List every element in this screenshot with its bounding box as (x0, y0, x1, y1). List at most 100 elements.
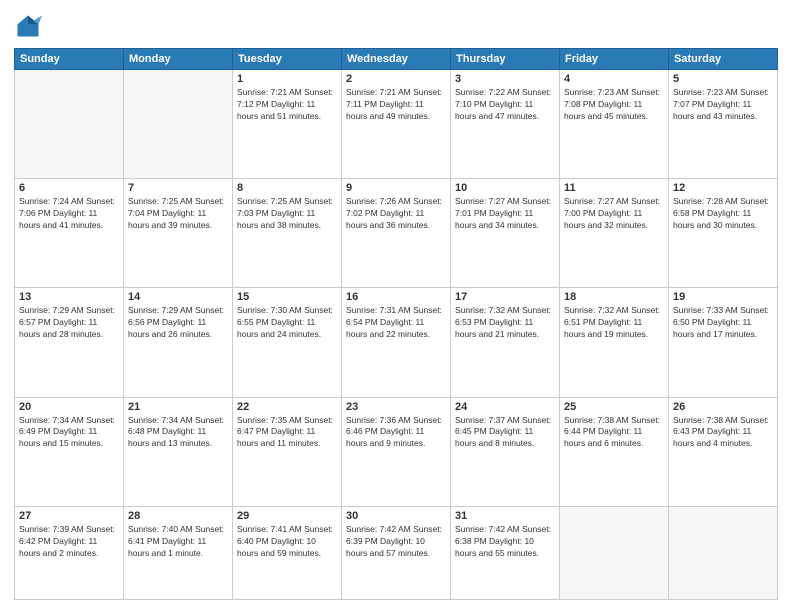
day-info: Sunrise: 7:41 AM Sunset: 6:40 PM Dayligh… (237, 524, 337, 560)
day-info: Sunrise: 7:42 AM Sunset: 6:39 PM Dayligh… (346, 524, 446, 560)
day-number: 20 (19, 401, 119, 413)
logo (14, 12, 46, 40)
calendar-cell: 5 Sunrise: 7:23 AM Sunset: 7:07 PM Daylig… (669, 70, 778, 179)
day-number: 11 (564, 182, 664, 194)
calendar-cell: 23 Sunrise: 7:36 AM Sunset: 6:46 PM Dayli… (342, 397, 451, 506)
calendar-cell: 8Sunrise: 7:25 AM Sunset: 7:03 PM Daylig… (233, 179, 342, 288)
calendar-cell: 31 Sunrise: 7:42 AM Sunset: 6:38 PM Dayli… (451, 506, 560, 599)
day-number: 15 (237, 291, 337, 303)
calendar-cell: 11 Sunrise: 7:27 AM Sunset: 7:00 PM Dayli… (560, 179, 669, 288)
calendar-cell: 19Sunrise: 7:33 AM Sunset: 6:50 PM Dayli… (669, 288, 778, 397)
calendar-cell (124, 70, 233, 179)
week-row-2: 6Sunrise: 7:24 AM Sunset: 7:06 PM Daylig… (15, 179, 778, 288)
day-info: Sunrise: 7:25 AM Sunset: 7:04 PM Dayligh… (128, 196, 228, 232)
week-row-5: 27 Sunrise: 7:39 AM Sunset: 6:42 PM Dayli… (15, 506, 778, 599)
calendar-cell: 20 Sunrise: 7:34 AM Sunset: 6:49 PM Dayli… (15, 397, 124, 506)
day-number: 8 (237, 182, 337, 194)
day-info: Sunrise: 7:22 AM Sunset: 7:10 PM Dayligh… (455, 87, 555, 123)
calendar-cell (15, 70, 124, 179)
day-info: Sunrise: 7:29 AM Sunset: 6:56 PM Dayligh… (128, 305, 228, 341)
day-number: 1 (237, 73, 337, 85)
day-info: Sunrise: 7:38 AM Sunset: 6:44 PM Dayligh… (564, 415, 664, 451)
day-number: 6 (19, 182, 119, 194)
day-info: Sunrise: 7:27 AM Sunset: 7:01 PM Dayligh… (455, 196, 555, 232)
calendar-cell: 29 Sunrise: 7:41 AM Sunset: 6:40 PM Dayli… (233, 506, 342, 599)
day-number: 10 (455, 182, 555, 194)
day-info: Sunrise: 7:21 AM Sunset: 7:12 PM Dayligh… (237, 87, 337, 123)
day-number: 5 (673, 73, 773, 85)
day-info: Sunrise: 7:39 AM Sunset: 6:42 PM Dayligh… (19, 524, 119, 560)
day-number: 23 (346, 401, 446, 413)
calendar-cell: 14 Sunrise: 7:29 AM Sunset: 6:56 PM Dayli… (124, 288, 233, 397)
day-number: 30 (346, 510, 446, 522)
day-number: 12 (673, 182, 773, 194)
day-number: 31 (455, 510, 555, 522)
day-number: 4 (564, 73, 664, 85)
weekday-saturday: Saturday (669, 49, 778, 70)
day-info: Sunrise: 7:35 AM Sunset: 6:47 PM Dayligh… (237, 415, 337, 451)
page: SundayMondayTuesdayWednesdayThursdayFrid… (0, 0, 792, 612)
calendar-cell: 16Sunrise: 7:31 AM Sunset: 6:54 PM Dayli… (342, 288, 451, 397)
weekday-header-row: SundayMondayTuesdayWednesdayThursdayFrid… (15, 49, 778, 70)
day-info: Sunrise: 7:28 AM Sunset: 6:58 PM Dayligh… (673, 196, 773, 232)
calendar-cell: 25 Sunrise: 7:38 AM Sunset: 6:44 PM Dayli… (560, 397, 669, 506)
calendar-cell: 24 Sunrise: 7:37 AM Sunset: 6:45 PM Dayli… (451, 397, 560, 506)
day-info: Sunrise: 7:36 AM Sunset: 6:46 PM Dayligh… (346, 415, 446, 451)
day-number: 19 (673, 291, 773, 303)
day-number: 17 (455, 291, 555, 303)
calendar-cell: 26Sunrise: 7:38 AM Sunset: 6:43 PM Dayli… (669, 397, 778, 506)
day-number: 22 (237, 401, 337, 413)
day-number: 7 (128, 182, 228, 194)
day-number: 29 (237, 510, 337, 522)
day-info: Sunrise: 7:40 AM Sunset: 6:41 PM Dayligh… (128, 524, 228, 560)
calendar-cell: 15 Sunrise: 7:30 AM Sunset: 6:55 PM Dayli… (233, 288, 342, 397)
day-number: 2 (346, 73, 446, 85)
day-number: 3 (455, 73, 555, 85)
day-info: Sunrise: 7:37 AM Sunset: 6:45 PM Dayligh… (455, 415, 555, 451)
calendar-cell: 2 Sunrise: 7:21 AM Sunset: 7:11 PM Daylig… (342, 70, 451, 179)
day-number: 18 (564, 291, 664, 303)
day-info: Sunrise: 7:23 AM Sunset: 7:07 PM Dayligh… (673, 87, 773, 123)
calendar-cell: 6Sunrise: 7:24 AM Sunset: 7:06 PM Daylig… (15, 179, 124, 288)
calendar-cell: 9 Sunrise: 7:26 AM Sunset: 7:02 PM Daylig… (342, 179, 451, 288)
day-info: Sunrise: 7:38 AM Sunset: 6:43 PM Dayligh… (673, 415, 773, 451)
day-info: Sunrise: 7:32 AM Sunset: 6:53 PM Dayligh… (455, 305, 555, 341)
calendar-cell: 18Sunrise: 7:32 AM Sunset: 6:51 PM Dayli… (560, 288, 669, 397)
day-number: 9 (346, 182, 446, 194)
calendar-cell: 13Sunrise: 7:29 AM Sunset: 6:57 PM Dayli… (15, 288, 124, 397)
day-number: 16 (346, 291, 446, 303)
day-number: 21 (128, 401, 228, 413)
header (14, 12, 778, 40)
calendar-cell: 28 Sunrise: 7:40 AM Sunset: 6:41 PM Dayli… (124, 506, 233, 599)
calendar-cell: 12 Sunrise: 7:28 AM Sunset: 6:58 PM Dayli… (669, 179, 778, 288)
weekday-sunday: Sunday (15, 49, 124, 70)
calendar-table: SundayMondayTuesdayWednesdayThursdayFrid… (14, 48, 778, 600)
day-info: Sunrise: 7:27 AM Sunset: 7:00 PM Dayligh… (564, 196, 664, 232)
day-info: Sunrise: 7:34 AM Sunset: 6:48 PM Dayligh… (128, 415, 228, 451)
logo-icon (14, 12, 42, 40)
day-info: Sunrise: 7:30 AM Sunset: 6:55 PM Dayligh… (237, 305, 337, 341)
day-number: 28 (128, 510, 228, 522)
day-number: 27 (19, 510, 119, 522)
day-info: Sunrise: 7:26 AM Sunset: 7:02 PM Dayligh… (346, 196, 446, 232)
day-number: 25 (564, 401, 664, 413)
day-info: Sunrise: 7:21 AM Sunset: 7:11 PM Dayligh… (346, 87, 446, 123)
day-number: 14 (128, 291, 228, 303)
day-number: 13 (19, 291, 119, 303)
calendar-cell: 7 Sunrise: 7:25 AM Sunset: 7:04 PM Daylig… (124, 179, 233, 288)
week-row-3: 13Sunrise: 7:29 AM Sunset: 6:57 PM Dayli… (15, 288, 778, 397)
weekday-friday: Friday (560, 49, 669, 70)
calendar-cell: 30 Sunrise: 7:42 AM Sunset: 6:39 PM Dayli… (342, 506, 451, 599)
calendar-cell (669, 506, 778, 599)
calendar-cell: 10 Sunrise: 7:27 AM Sunset: 7:01 PM Dayli… (451, 179, 560, 288)
day-info: Sunrise: 7:34 AM Sunset: 6:49 PM Dayligh… (19, 415, 119, 451)
day-info: Sunrise: 7:23 AM Sunset: 7:08 PM Dayligh… (564, 87, 664, 123)
weekday-thursday: Thursday (451, 49, 560, 70)
calendar-cell: 17 Sunrise: 7:32 AM Sunset: 6:53 PM Dayli… (451, 288, 560, 397)
calendar-cell: 27 Sunrise: 7:39 AM Sunset: 6:42 PM Dayli… (15, 506, 124, 599)
calendar-cell: 1 Sunrise: 7:21 AM Sunset: 7:12 PM Daylig… (233, 70, 342, 179)
day-info: Sunrise: 7:42 AM Sunset: 6:38 PM Dayligh… (455, 524, 555, 560)
day-number: 24 (455, 401, 555, 413)
weekday-tuesday: Tuesday (233, 49, 342, 70)
calendar-cell (560, 506, 669, 599)
